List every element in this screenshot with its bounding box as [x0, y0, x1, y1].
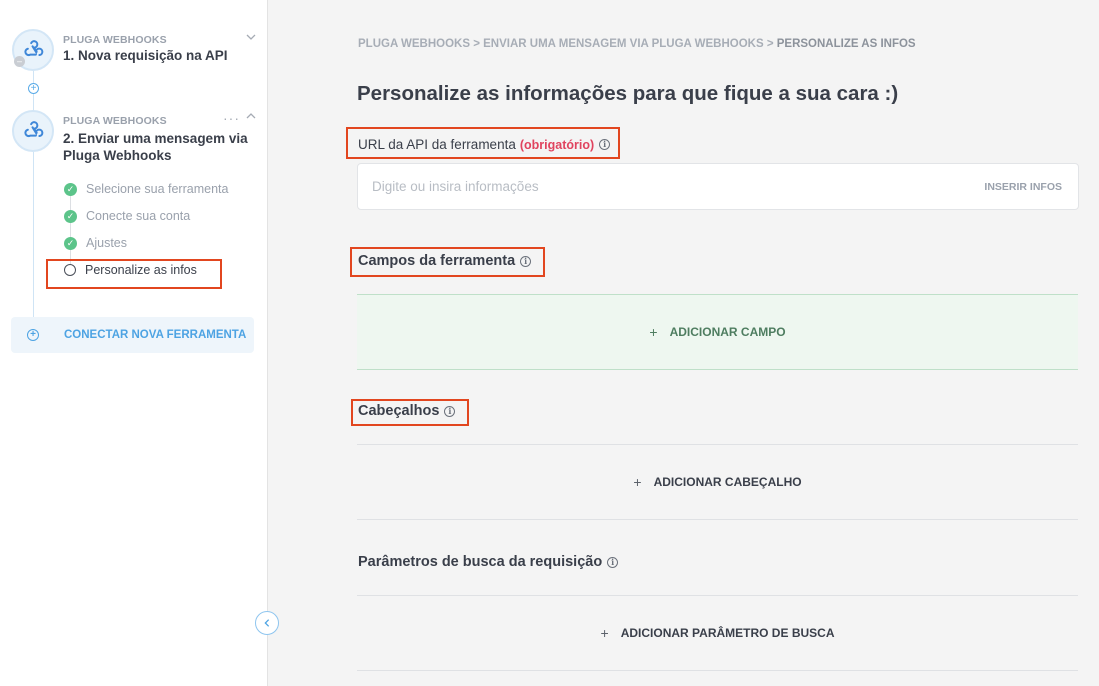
radio-icon [64, 264, 76, 276]
substep-line [70, 190, 71, 270]
substep-customize-info[interactable]: Personalize as infos [64, 261, 197, 279]
step1-provider: PLUGA WEBHOOKS [63, 34, 167, 46]
info-icon[interactable]: i [607, 556, 619, 568]
check-circle-icon: ✓ [64, 236, 77, 250]
tool-fields-title: Campos da ferramenta i [358, 253, 532, 269]
add-step-plus-icon[interactable]: + [28, 83, 39, 94]
collapse-sidebar-button[interactable] [255, 611, 279, 635]
flow-line [33, 152, 34, 337]
connect-new-tool-button[interactable]: + CONECTAR NOVA FERRAMENTA [11, 317, 254, 353]
plus-icon: + [649, 324, 658, 340]
breadcrumb-separator: > [470, 38, 484, 50]
query-params-title: Parâmetros de busca da requisição i [358, 554, 619, 570]
webhook-icon[interactable] [12, 110, 54, 152]
status-minus-icon: – [14, 56, 25, 67]
add-header-label: ADICIONAR CABEÇALHO [653, 475, 802, 489]
add-field-label: ADICIONAR CAMPO [669, 325, 786, 339]
chevron-down-icon[interactable] [245, 31, 257, 43]
info-icon[interactable]: i [599, 139, 611, 150]
add-field-button[interactable]: + ADICIONAR CAMPO [357, 294, 1078, 370]
check-circle-icon: ✓ [64, 182, 77, 196]
step1-title[interactable]: 1. Nova requisição na API [63, 47, 258, 64]
substep-label: Conecte sua conta [86, 209, 191, 223]
plus-circle-icon: + [27, 329, 39, 341]
required-tag: (obrigatório) [519, 137, 595, 152]
insert-info-button[interactable]: INSERIR INFOS [984, 181, 1062, 193]
sidebar: – PLUGA WEBHOOKS 1. Nova requisição na A… [0, 0, 268, 686]
breadcrumb-item[interactable]: PLUGA WEBHOOKS [358, 38, 470, 50]
add-query-param-button[interactable]: + ADICIONAR PARÂMETRO DE BUSCA [357, 595, 1078, 671]
info-icon[interactable]: i [520, 255, 532, 267]
breadcrumb-separator: > [763, 38, 777, 50]
breadcrumb-item[interactable]: ENVIAR UMA MENSAGEM VIA PLUGA WEBHOOKS [483, 38, 763, 50]
connect-label: CONECTAR NOVA FERRAMENTA [64, 329, 247, 341]
substep-connect-account[interactable]: ✓ Conecte sua conta [64, 207, 190, 225]
add-header-button[interactable]: + ADICIONAR CABEÇALHO [357, 444, 1078, 520]
plus-icon: + [633, 474, 642, 490]
url-field-label: URL da API da ferramenta (obrigatório) i [358, 137, 611, 152]
more-icon[interactable]: ··· [223, 110, 240, 126]
page-title: Personalize as informações para que fiqu… [357, 82, 899, 105]
add-query-param-label: ADICIONAR PARÂMETRO DE BUSCA [620, 626, 835, 640]
plus-icon: + [600, 625, 609, 641]
substep-settings[interactable]: ✓ Ajustes [64, 234, 127, 252]
headers-title: Cabeçalhos i [358, 403, 456, 419]
url-label-text: URL da API da ferramenta [358, 137, 516, 152]
breadcrumb: PLUGA WEBHOOKS > ENVIAR UMA MENSAGEM VIA… [358, 38, 916, 50]
section-title-text: Campos da ferramenta [358, 253, 516, 269]
substep-select-tool[interactable]: ✓ Selecione sua ferramenta [64, 180, 228, 198]
check-circle-icon: ✓ [64, 209, 77, 223]
url-input-placeholder: Digite ou insira informações [372, 179, 539, 194]
substep-label: Personalize as infos [85, 263, 197, 277]
breadcrumb-current: PERSONALIZE AS INFOS [776, 38, 916, 50]
section-title-text: Cabeçalhos [358, 403, 440, 419]
step2-provider: PLUGA WEBHOOKS [63, 115, 167, 127]
section-title-text: Parâmetros de busca da requisição [358, 554, 603, 570]
api-url-input[interactable]: Digite ou insira informações INSERIR INF… [357, 163, 1079, 210]
substep-label: Selecione sua ferramenta [86, 182, 229, 196]
chevron-up-icon[interactable] [245, 110, 257, 122]
info-icon[interactable]: i [444, 405, 456, 417]
substep-label: Ajustes [86, 236, 127, 250]
step2-title[interactable]: 2. Enviar uma mensagem via Pluga Webhook… [63, 130, 258, 164]
